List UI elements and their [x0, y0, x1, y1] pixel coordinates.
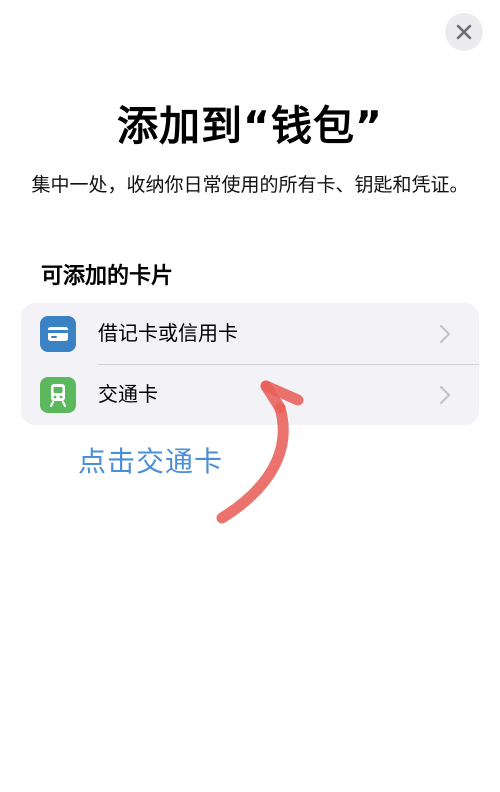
close-icon	[456, 24, 472, 40]
train-icon	[40, 377, 76, 413]
transit-card-label: 交通卡	[98, 382, 158, 406]
close-button[interactable]	[445, 13, 483, 51]
page-title: 添加到“钱包”	[117, 102, 383, 150]
page-subtitle: 集中一处，收纳你日常使用的所有卡、钥匙和凭证。	[31, 174, 469, 196]
debit-credit-card-label: 借记卡或信用卡	[98, 321, 238, 345]
section-header: 可添加的卡片	[41, 264, 174, 289]
annotation-arrow	[216, 380, 304, 524]
credit-card-icon	[40, 316, 76, 352]
debit-credit-card-row[interactable]: 借记卡或信用卡	[21, 303, 479, 364]
chevron-right-icon	[439, 324, 451, 344]
chevron-right-icon	[439, 385, 451, 405]
